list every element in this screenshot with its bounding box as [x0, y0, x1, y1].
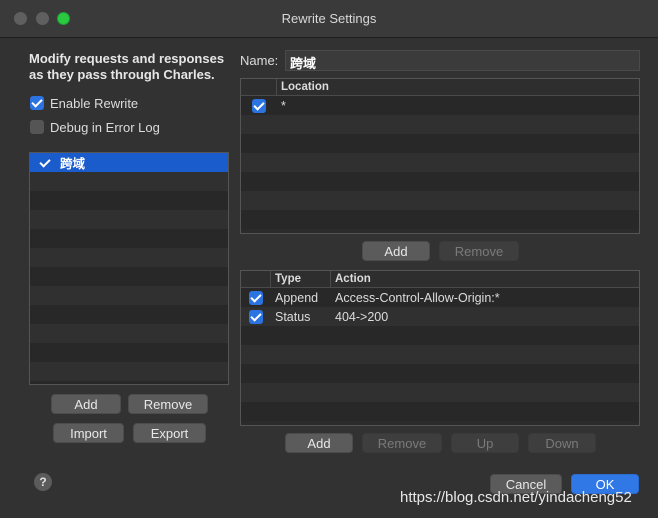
rule-type-cell: Status: [275, 309, 311, 324]
list-item[interactable]: 跨域: [30, 153, 228, 172]
help-button[interactable]: ?: [34, 473, 52, 491]
rewrite-sets-list[interactable]: 跨域: [29, 152, 229, 385]
locations-header: Location: [241, 79, 639, 96]
remove-location-button[interactable]: Remove: [439, 241, 519, 261]
table-row[interactable]: Status 404->200: [241, 307, 639, 326]
rules-table[interactable]: Type Action Append Access-Control-Allow-…: [240, 270, 640, 426]
location-enabled-checkbox[interactable]: [252, 98, 266, 113]
rules-header: Type Action: [241, 271, 639, 288]
table-row[interactable]: *: [241, 96, 639, 115]
move-down-button[interactable]: Down: [528, 433, 596, 453]
rule-type-cell: Append: [275, 290, 319, 305]
remove-rule-button[interactable]: Remove: [362, 433, 442, 453]
rewrite-settings-window: Rewrite Settings Modify requests and res…: [0, 0, 658, 518]
move-up-button[interactable]: Up: [451, 433, 519, 453]
name-label: Name:: [240, 53, 279, 68]
name-field[interactable]: 跨域: [285, 50, 640, 71]
table-row[interactable]: Append Access-Control-Allow-Origin:*: [241, 288, 639, 307]
location-cell: *: [281, 98, 286, 113]
add-rule-button[interactable]: Add: [285, 433, 353, 453]
import-button[interactable]: Import: [53, 423, 124, 443]
debug-log-label: Debug in Error Log: [50, 119, 160, 135]
location-column-header[interactable]: Location: [277, 79, 639, 95]
export-button[interactable]: Export: [133, 423, 206, 443]
type-column-header[interactable]: Type: [271, 271, 331, 287]
add-set-button[interactable]: Add: [51, 394, 121, 414]
debug-log-checkbox[interactable]: [30, 120, 44, 134]
set-enabled-checkbox[interactable]: [38, 156, 52, 170]
rule-action-cell: 404->200: [335, 309, 389, 324]
debug-log-option[interactable]: Debug in Error Log: [30, 118, 160, 136]
enable-rewrite-checkbox[interactable]: [30, 96, 44, 110]
add-location-button[interactable]: Add: [362, 241, 430, 261]
title-bar: Rewrite Settings: [0, 0, 658, 38]
watermark-text: https://blog.csdn.net/yindacheng52: [400, 489, 632, 506]
rule-enabled-checkbox[interactable]: [249, 290, 263, 305]
remove-set-button[interactable]: Remove: [128, 394, 208, 414]
rule-action-cell: Access-Control-Allow-Origin:*: [335, 290, 500, 305]
description-text: Modify requests and responses as they pa…: [29, 51, 225, 82]
enable-rewrite-label: Enable Rewrite: [50, 95, 139, 111]
set-name: 跨域: [60, 157, 86, 171]
enable-rewrite-option[interactable]: Enable Rewrite: [30, 94, 138, 112]
rule-enabled-checkbox[interactable]: [249, 309, 263, 324]
action-column-header[interactable]: Action: [331, 271, 639, 287]
window-title: Rewrite Settings: [281, 11, 377, 26]
locations-table[interactable]: Location *: [240, 78, 640, 234]
